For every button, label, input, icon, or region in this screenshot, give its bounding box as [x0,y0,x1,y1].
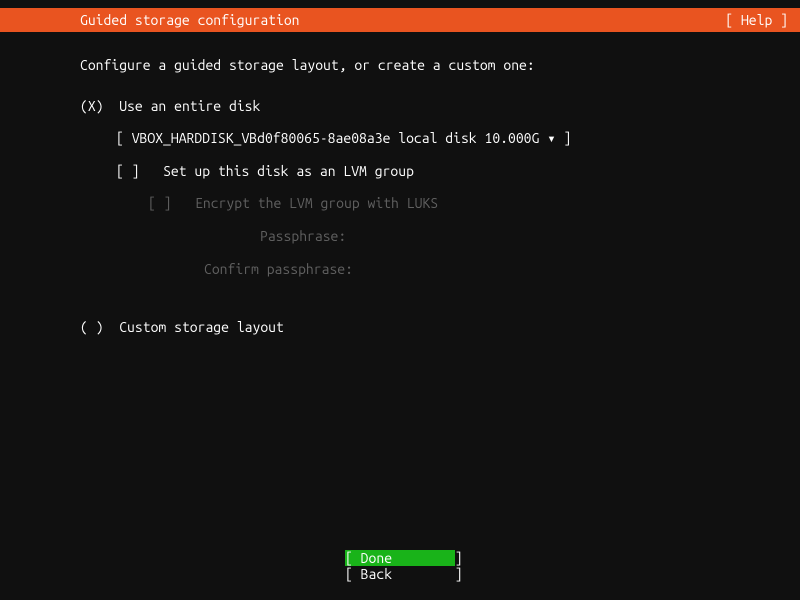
bracket-close: ] [563,130,571,146]
help-button[interactable]: [ Help ] [725,12,788,28]
checkbox-lvm-group[interactable]: [ ] Set up this disk as an LVM group [80,158,720,185]
done-button[interactable]: [ Done ] [345,550,455,566]
radio-use-entire-disk[interactable]: (X) Use an entire disk [80,93,720,120]
radio-marker-selected: (X) [80,98,104,114]
disk-selector[interactable]: [ VBOX_HARDDISK_VBd0f80065-8ae08a3e loca… [80,125,720,152]
checkbox-label: Encrypt the LVM group with LUKS [195,195,438,211]
installer-window: Guided storage configuration [ Help ] Co… [0,0,800,600]
radio-label: Use an entire disk [119,98,260,114]
bracket-open: [ [116,130,132,146]
radio-label: Custom storage layout [119,319,284,335]
checkbox-label: Set up this disk as an LVM group [163,163,414,179]
radio-custom-storage[interactable]: ( ) Custom storage layout [80,314,720,341]
passphrase-label: Passphrase: [80,223,720,250]
checkbox-marker: [ ] [148,195,172,211]
header-bar: Guided storage configuration [ Help ] [0,8,800,32]
selected-disk-value: VBOX_HARDDISK_VBd0f80065-8ae08a3e local … [132,130,540,146]
confirm-passphrase-label: Confirm passphrase: [80,256,720,283]
page-title: Guided storage configuration [80,12,300,28]
checkbox-marker: [ ] [116,163,140,179]
intro-text: Configure a guided storage layout, or cr… [80,52,720,79]
chevron-down-icon: ▾ [539,130,563,146]
radio-marker-unselected: ( ) [80,319,104,335]
footer-buttons: [ Done ] [ Back ] [0,550,800,592]
back-button[interactable]: [ Back ] [345,566,455,582]
checkbox-encrypt-luks: [ ] Encrypt the LVM group with LUKS [80,190,720,217]
content-area: Configure a guided storage layout, or cr… [0,32,800,550]
